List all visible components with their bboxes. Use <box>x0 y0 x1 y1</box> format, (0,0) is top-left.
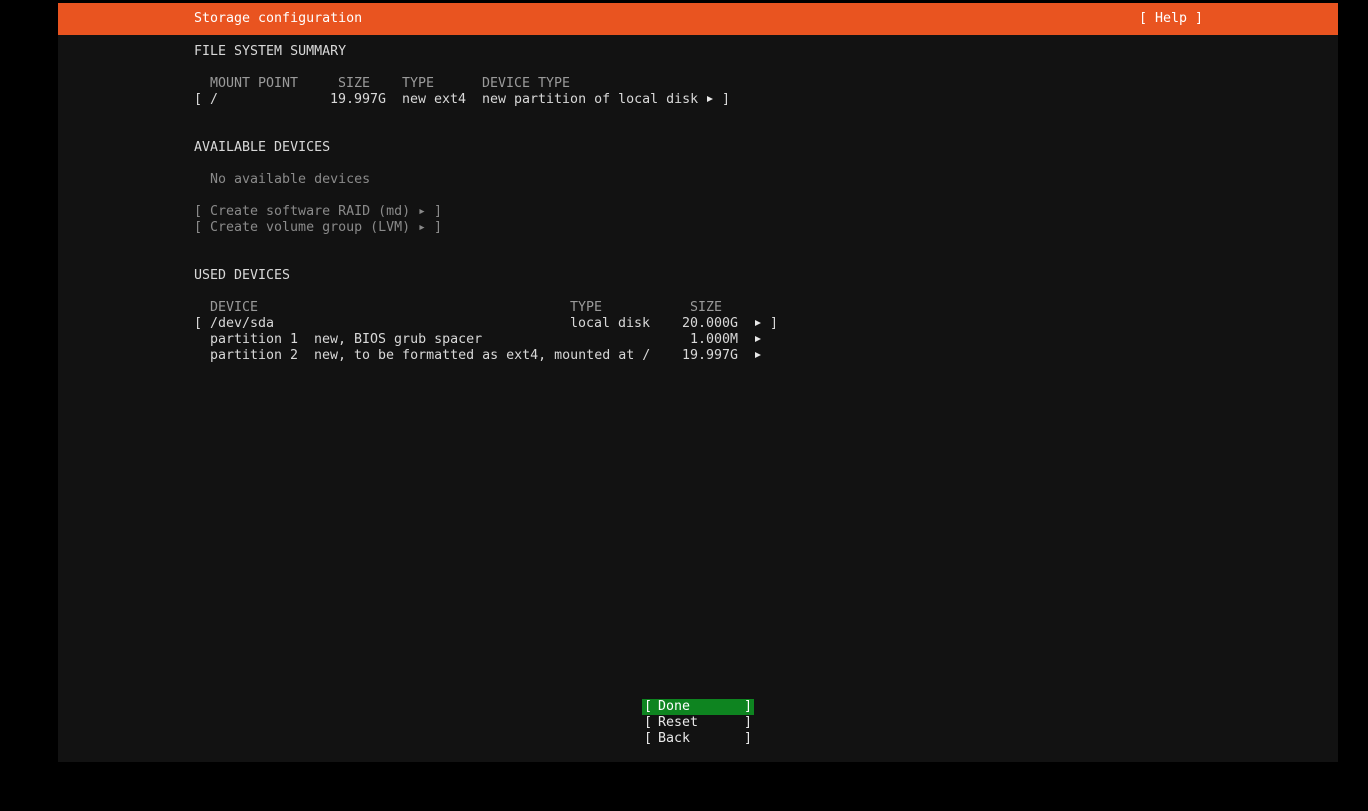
column-header-type: TYPE <box>402 76 435 91</box>
partition-desc: new, to be formatted as ext4, mounted at… <box>314 348 651 363</box>
partition-name: partition 1 <box>210 332 299 347</box>
column-header-size: SIZE <box>338 76 371 91</box>
device-name: /dev/sda <box>210 316 275 331</box>
available-devices-heading: AVAILABLE DEVICES <box>194 140 331 155</box>
chevron-right-icon: ▸ <box>418 204 427 219</box>
column-header-device-type: DEVICE TYPE <box>482 76 571 91</box>
page-title: Storage configuration <box>194 11 363 26</box>
done-label: Done <box>658 699 691 714</box>
column-header-mount-point: MOUNT POINT <box>210 76 299 91</box>
back-button[interactable]: [ Back ] <box>642 731 754 747</box>
partition-size: 1.000M <box>690 332 739 347</box>
partition-size: 19.997G <box>682 348 739 363</box>
column-header-size: SIZE <box>690 300 723 315</box>
device-menu-arrow-icon[interactable] <box>754 316 762 332</box>
help-button[interactable]: [ Help ] <box>1139 11 1203 27</box>
row-menu-arrow-icon[interactable] <box>706 92 714 108</box>
reset-label: Reset <box>658 715 699 730</box>
partition-menu-arrow-icon[interactable] <box>754 332 762 348</box>
reset-button[interactable]: [ Reset ] <box>642 715 754 731</box>
filesystem-summary-heading: FILE SYSTEM SUMMARY <box>194 44 347 59</box>
header-bar: Storage configuration [ Help ] <box>58 3 1338 35</box>
device-size: 20.000G <box>682 316 739 331</box>
fs-type: new ext4 <box>402 92 467 107</box>
back-label: Back <box>658 731 691 746</box>
used-devices-heading: USED DEVICES <box>194 268 291 283</box>
create-raid-label: Create software RAID (md) <box>210 204 411 219</box>
done-button[interactable]: [ Done ] <box>642 699 754 715</box>
device-type: local disk <box>570 316 651 331</box>
create-lvm-label: Create volume group (LVM) <box>210 220 411 235</box>
partition-name: partition 2 <box>210 348 299 363</box>
fs-size: 19.997G <box>330 92 387 107</box>
row-close-bracket: ] <box>722 92 731 107</box>
mount-point: / <box>210 92 219 107</box>
fs-device-type: new partition of local disk <box>482 92 699 107</box>
no-devices-text: No available devices <box>210 172 371 187</box>
chevron-right-icon: ▸ <box>418 220 427 235</box>
column-header-device: DEVICE <box>210 300 259 315</box>
row-open-bracket: [ <box>194 92 203 107</box>
installer-screen: Storage configuration [ Help ] FILE SYST… <box>58 3 1338 762</box>
partition-desc: new, BIOS grub spacer <box>314 332 483 347</box>
partition-menu-arrow-icon[interactable] <box>754 348 762 364</box>
column-header-type: TYPE <box>570 300 603 315</box>
